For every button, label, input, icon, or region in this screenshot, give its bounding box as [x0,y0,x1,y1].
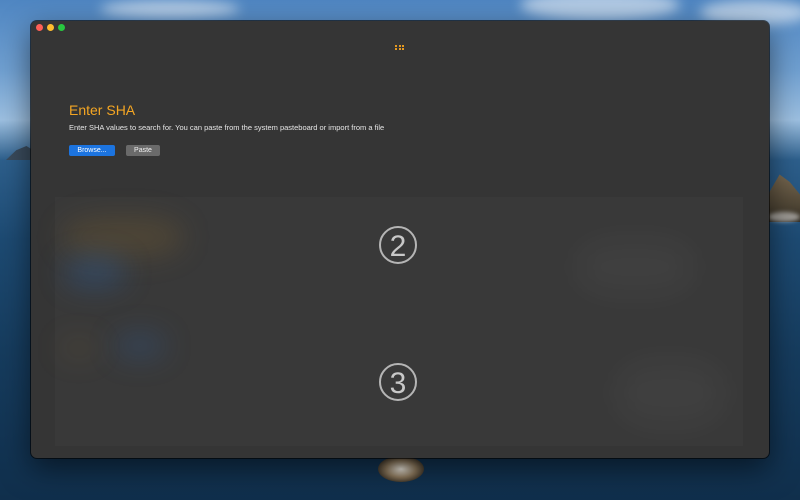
page-title: Enter SHA [69,102,136,118]
cloud [520,0,680,20]
title-bar[interactable] [31,21,769,35]
blurred-preview [115,333,165,358]
step-2-indicator: 2 [379,226,417,264]
blurred-preview [65,257,125,287]
app-window: Enter SHA Enter SHA values to search for… [31,21,769,458]
blurred-preview [575,237,695,297]
wave-foam [768,212,800,222]
blurred-preview [63,217,183,257]
desktop: Enter SHA Enter SHA values to search for… [0,0,800,500]
minimize-window-icon[interactable] [47,24,54,31]
zoom-window-icon[interactable] [58,24,65,31]
page-description: Enter SHA values to search for. You can … [69,123,385,132]
browse-button[interactable]: Browse... [69,145,115,156]
blurred-preview [615,358,725,428]
blurred-preview [59,338,99,358]
paste-button[interactable]: Paste [126,145,160,156]
island-bottom [378,456,424,482]
close-window-icon[interactable] [36,24,43,31]
step-3-indicator: 3 [379,363,417,401]
cloud [100,0,240,18]
grid-icon[interactable] [395,45,404,52]
